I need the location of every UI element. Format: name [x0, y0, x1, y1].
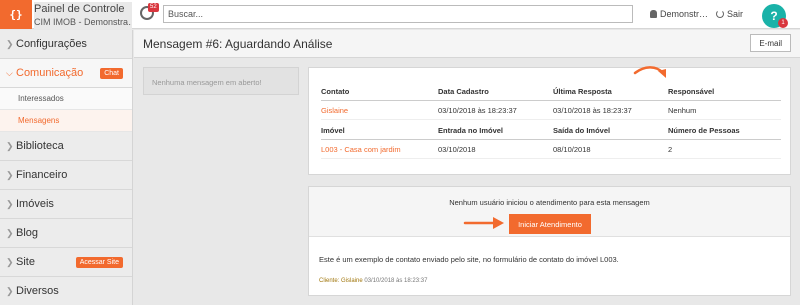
brand-title: Painel de Controle [34, 3, 125, 15]
chevron-right-icon: ❯ [6, 198, 14, 209]
sidebar-item-label: Biblioteca [16, 140, 64, 152]
chevron-right-icon: ❯ [6, 169, 14, 180]
details-grid: Contato Data Cadastro Última Resposta Re… [321, 82, 781, 159]
logout-link[interactable]: Sair [716, 9, 743, 19]
chevron-right-icon: ❯ [6, 38, 14, 49]
chevron-right-icon: ❯ [6, 140, 14, 151]
sidebar-item-label: Blog [16, 227, 39, 239]
sidebar-item-biblioteca[interactable]: ❯ Biblioteca [0, 132, 132, 161]
column-header: Entrada no Imóvel [438, 125, 504, 135]
details-header-row: Contato Data Cadastro Última Resposta Re… [321, 82, 781, 101]
people-count: 2 [668, 144, 673, 154]
sidebar-item-label: Comunicação [16, 67, 84, 79]
column-header: Última Resposta [553, 86, 612, 96]
attendance-notice-area: Nenhum usuário iniciou o atendimento par… [309, 187, 790, 237]
sidebar-subitem-interessados[interactable]: Interessados [0, 88, 132, 110]
column-header: Responsável [668, 86, 715, 96]
sidebar-item-label: Diversos [16, 285, 59, 297]
annotation-arrow-icon [463, 217, 504, 229]
sidebar-item-imoveis[interactable]: ❯ Imóveis [0, 190, 132, 219]
page-title: Mensagem #6: Aguardando Análise [143, 37, 333, 51]
column-header: Número de Pessoas [668, 125, 740, 135]
user-label: Demonstr… [660, 9, 709, 19]
sidebar-item-diversos[interactable]: ❯ Diversos [0, 277, 132, 305]
details-value-row: Gislaine 03/10/2018 às 18:23:37 03/10/20… [321, 101, 781, 120]
user-icon [650, 10, 657, 18]
message-author: Cliente: Gislaine [319, 278, 363, 284]
top-header: {} Painel de Controle CIM IMOB - Demonst… [0, 0, 800, 29]
power-icon [716, 10, 724, 18]
last-reply-date: 03/10/2018 às 18:23:37 [553, 105, 632, 115]
column-header: Saída do Imóvel [553, 125, 611, 135]
column-header: Imóvel [321, 125, 345, 135]
message-details-card: Contato Data Cadastro Última Resposta Re… [308, 67, 791, 175]
sidebar-item-financeiro[interactable]: ❯ Financeiro [0, 161, 132, 190]
sidebar-item-site[interactable]: ❯ Site Acessar Site [0, 248, 132, 277]
sidebar-item-blog[interactable]: ❯ Blog [0, 219, 132, 248]
details-value-row: L003 - Casa com jardim 03/10/2018 08/10/… [321, 140, 781, 159]
message-text: Este é um exemplo de contato enviado pel… [319, 255, 619, 264]
app-logo[interactable]: {} [0, 0, 32, 29]
chevron-right-icon: ❯ [6, 256, 14, 267]
sidebar: ❯ Configurações ⌵ Comunicação Chat Inter… [0, 30, 133, 305]
search-input[interactable] [163, 5, 633, 23]
brand-subtitle: CIM IMOB - Demonstra… [34, 17, 132, 27]
logout-label: Sair [727, 9, 744, 19]
responsible-value: Nenhum [668, 105, 697, 115]
chevron-right-icon: ❯ [6, 227, 14, 238]
column-header: Contato [321, 86, 350, 96]
sidebar-subitem-mensagens[interactable]: Mensagens [0, 110, 132, 132]
attendance-notice: Nenhum usuário iniciou o atendimento par… [449, 198, 650, 207]
email-button[interactable]: E-mail [750, 34, 791, 52]
chat-badge[interactable]: Chat [100, 67, 123, 79]
sidebar-item-comunicacao[interactable]: ⌵ Comunicação Chat [0, 59, 132, 88]
start-attendance-button[interactable]: Iniciar Atendimento [509, 214, 591, 234]
chevron-right-icon: ❯ [6, 285, 14, 296]
access-site-button[interactable]: Acessar Site [75, 256, 123, 268]
notifications-badge: 52 [148, 3, 159, 12]
message-date: 03/10/2018 às 18:23:37 [364, 278, 428, 284]
sidebar-item-label: Imóveis [16, 198, 54, 210]
sidebar-item-label: Site [16, 256, 35, 268]
details-header-row: Imóvel Entrada no Imóvel Saída do Imóvel… [321, 121, 781, 140]
empty-messages-notice: Nenhuma mensagem em aberto! [143, 67, 299, 95]
help-badge: 1 [778, 18, 788, 28]
created-date: 03/10/2018 às 18:23:37 [438, 105, 517, 115]
sidebar-item-label: Financeiro [16, 169, 68, 181]
sidebar-item-configuracoes[interactable]: ❯ Configurações [0, 30, 132, 59]
property-link[interactable]: L003 - Casa com jardim [321, 145, 438, 154]
message-meta: Cliente: Gislaine 03/10/2018 às 18:23:37 [319, 278, 427, 284]
chevron-down-icon: ⌵ [6, 67, 13, 78]
user-menu[interactable]: Demonstr… [650, 9, 708, 19]
column-header: Data Cadastro [438, 86, 489, 96]
page-header: Mensagem #6: Aguardando Análise E-mail [134, 30, 800, 58]
attendance-card: Nenhum usuário iniciou o atendimento par… [308, 186, 791, 296]
entry-date: 03/10/2018 [438, 144, 476, 154]
exit-date: 08/10/2018 [553, 144, 591, 154]
contact-link[interactable]: Gislaine [321, 106, 438, 115]
annotation-arrow-icon [633, 66, 666, 78]
sidebar-item-label: Configurações [16, 38, 87, 50]
brand-block[interactable]: Painel de Controle CIM IMOB - Demonstra… [34, 2, 132, 29]
